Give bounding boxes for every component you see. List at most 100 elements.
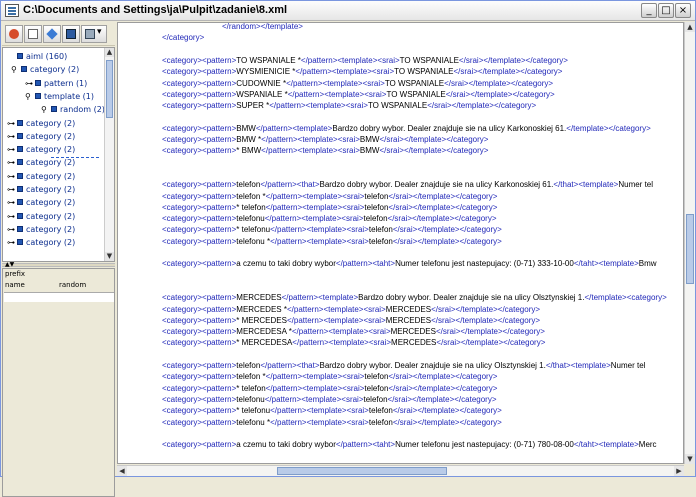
tree-node[interactable]: ⚲ random (2)	[41, 103, 105, 116]
tree-toggle-icon[interactable]: ⊶	[7, 170, 15, 183]
tree-toggle-icon[interactable]: ⊶	[7, 183, 15, 196]
code-line[interactable]: <category><pattern>telefonu *</pattern><…	[162, 236, 502, 247]
tree-node[interactable]: ⊶ category (2)	[7, 170, 75, 183]
code-line[interactable]: <category><pattern>telefon</pattern><tha…	[162, 360, 645, 371]
scroll-right-icon[interactable]: ▶	[674, 466, 684, 476]
code-line[interactable]: <category><pattern>* telefonu</pattern><…	[162, 224, 502, 235]
maximize-button[interactable]: □	[658, 3, 674, 18]
scroll-up-icon[interactable]: ▲	[105, 48, 114, 57]
xml-tag: </srai>	[379, 146, 404, 156]
xml-editor[interactable]: </random></template> </category> <category…	[117, 22, 684, 464]
tree-node[interactable]: ⊶ category (2)	[7, 156, 75, 169]
minimize-button[interactable]: _	[641, 3, 657, 18]
code-line[interactable]: <category><pattern>telefonu *</pattern><…	[162, 417, 502, 428]
code-line[interactable]: <category><pattern>BMW</pattern><templat…	[162, 123, 651, 134]
tree-scrollbar[interactable]: ▲ ▼	[104, 48, 114, 261]
tree-toggle-icon[interactable]: ⚲	[25, 90, 33, 103]
xml-tag: <category>	[162, 338, 203, 348]
code-line[interactable]: <category><pattern>MERCEDES *</pattern><…	[162, 304, 540, 315]
save-button[interactable]	[62, 25, 80, 43]
tree-toggle-icon[interactable]: ⚲	[11, 63, 19, 76]
code-line[interactable]: <category><pattern>a czemu to taki dobry…	[162, 258, 657, 269]
insert-button[interactable]	[43, 25, 61, 43]
tree-node[interactable]: ⊶ category (2)	[7, 196, 75, 209]
xml-tag: </template>	[483, 55, 526, 65]
tree-toggle-icon[interactable]: ⊶	[7, 196, 15, 209]
open-button[interactable]	[5, 25, 23, 43]
column-name[interactable]: name	[5, 280, 25, 291]
tree-scroll-thumb[interactable]	[106, 60, 113, 118]
editor-horizontal-scrollbar[interactable]: ◀ ▶	[117, 465, 684, 476]
xml-text: * telefon	[236, 383, 266, 393]
splitter-arrows-icon[interactable]: ▲▼	[5, 261, 14, 268]
code-line[interactable]: </category>	[162, 32, 204, 43]
tree-node[interactable]: aiml (160)	[7, 50, 67, 63]
xml-tree[interactable]: ⊶ category (2) ⊶ category (2) ⊶ category (2) ⊶…	[2, 47, 115, 262]
code-line[interactable]: <category><pattern>* BMW</pattern><templ…	[162, 145, 488, 156]
tree-toggle-icon[interactable]: ⊶	[7, 223, 15, 236]
tree-node[interactable]: ⚲ template (1)	[25, 90, 94, 103]
code-line[interactable]: </random></template>	[222, 23, 303, 32]
scroll-down-icon[interactable]: ▼	[105, 252, 114, 261]
attributes-label: prefix	[5, 270, 26, 278]
attributes-grid[interactable]	[4, 292, 114, 302]
tree-node[interactable]: ⊶ category (2)	[7, 130, 75, 143]
tree-toggle-icon[interactable]: ⊶	[7, 156, 15, 169]
code-line[interactable]: <category><pattern>telefon *</pattern><t…	[162, 191, 497, 202]
code-line[interactable]: <category><pattern>* telefonu</pattern><…	[162, 405, 502, 416]
code-line[interactable]: <category><pattern>telefonu</pattern><te…	[162, 213, 497, 224]
code-line[interactable]: <category><pattern>* MERCEDESA</pattern>…	[162, 337, 545, 348]
xml-text: * MERCEDES	[236, 315, 287, 325]
code-line[interactable]: <category><pattern>* MERCEDES</pattern><…	[162, 315, 540, 326]
xml-tag: <template>	[328, 338, 369, 348]
document-icon	[28, 29, 38, 39]
code-line[interactable]: <category><pattern>telefon *</pattern><t…	[162, 371, 497, 382]
code-line[interactable]: <category><pattern>* telefon</pattern><t…	[162, 383, 497, 394]
tree-toggle-icon[interactable]: ⊶	[7, 117, 15, 130]
code-line[interactable]: <category><pattern>MERCEDES</pattern><te…	[162, 292, 667, 303]
code-line[interactable]: <category><pattern>BMW *</pattern><templ…	[162, 134, 488, 145]
tree-node[interactable]: ⊶ pattern (1)	[25, 77, 87, 90]
tree-node[interactable]: ⊶ category (2)	[7, 117, 75, 130]
code-line[interactable]: <category><pattern>WYSMIENICIE *</patter…	[162, 66, 562, 77]
code-line[interactable]: <category><pattern>telefonu</pattern><te…	[162, 394, 497, 405]
panel-splitter[interactable]: ▲▼	[2, 261, 115, 268]
code-line[interactable]: <category><pattern>CUDOWNIE *</pattern><…	[162, 78, 553, 89]
scroll-left-icon[interactable]: ◀	[117, 466, 127, 476]
code-line[interactable]: <category><pattern>* telefon</pattern><t…	[162, 202, 497, 213]
code-line[interactable]: <category><pattern>WSPANIALE *</pattern>…	[162, 89, 555, 100]
tree-toggle-icon[interactable]: ⊶	[7, 210, 15, 223]
tree-node[interactable]: ⊶ category (2)	[7, 183, 75, 196]
code-line[interactable]: <category><pattern>SUPER *</pattern><tem…	[162, 100, 536, 111]
code-line[interactable]: <category><pattern>MERCEDESA *</pattern>…	[162, 326, 545, 337]
code-line[interactable]: <category><pattern>TO WSPANIALE *</patte…	[162, 55, 568, 66]
xml-tag: <template>	[302, 383, 343, 393]
tree-node[interactable]: ⊶ category (2)	[7, 223, 75, 236]
tree-node[interactable]: ⊶ category (2)	[7, 210, 75, 223]
tree-toggle-icon[interactable]: ⊶	[25, 77, 33, 90]
tree-toggle-icon[interactable]: ⊶	[7, 236, 15, 249]
tree-toggle-icon[interactable]: ⊶	[7, 130, 15, 143]
close-button[interactable]: ×	[675, 3, 691, 18]
title-bar[interactable]: C:\Documents and Settings\ja\Pulpit\zada…	[1, 1, 695, 21]
new-document-button[interactable]	[24, 25, 42, 43]
xml-tag: <template>	[323, 304, 364, 314]
tree-node[interactable]: ⊶ category (2)	[7, 236, 75, 249]
tree-node-label: category (2)	[26, 171, 76, 181]
editor-hscroll-thumb[interactable]	[277, 467, 447, 475]
xml-tag: <srai>	[345, 101, 368, 111]
editor-vertical-scrollbar[interactable]: ▲ ▼	[684, 22, 695, 464]
code-line[interactable]: <category><pattern>a czemu to taki dobry…	[162, 439, 657, 450]
tree-toggle-icon[interactable]: ⚲	[41, 103, 49, 116]
scroll-up-icon[interactable]: ▲	[685, 22, 695, 32]
code-line[interactable]: <category><pattern>telefon</pattern><tha…	[162, 179, 653, 190]
xml-text: telefon	[368, 406, 393, 416]
tree-toggle-icon[interactable]: ⊶	[7, 143, 15, 156]
scroll-down-icon[interactable]: ▼	[685, 454, 695, 464]
tree-node[interactable]: ⚲ category (2)	[11, 63, 79, 76]
xml-tag: </template>	[584, 293, 627, 303]
app-icon	[5, 4, 19, 17]
view-dropdown-button[interactable]	[81, 25, 107, 43]
column-value[interactable]: random	[59, 280, 86, 291]
editor-vscroll-thumb[interactable]	[686, 214, 694, 284]
